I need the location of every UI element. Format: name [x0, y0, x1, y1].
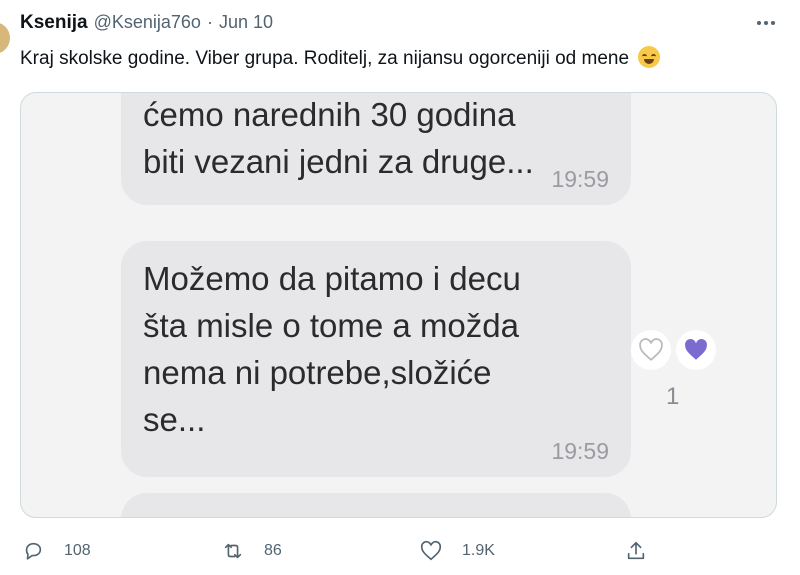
chat-bubble: Možemo da pitamo i decu šta misle o tome… [121, 241, 631, 477]
message-text: ćemo narednih 30 godina biti vezani jedn… [143, 96, 534, 180]
chat-bubble: ćemo narednih 30 godina biti vezani jedn… [121, 93, 631, 205]
chat-bubble [121, 493, 631, 517]
reply-icon [25, 542, 42, 560]
like-icon [420, 540, 442, 561]
reply-button[interactable]: 108 [22, 536, 91, 566]
reply-count: 108 [64, 542, 91, 559]
heart-filled-icon [676, 330, 716, 370]
tweet-header: Ksenija @Ksenija76o · Jun 10 [20, 12, 273, 36]
message-time: 19:59 [551, 166, 609, 192]
retweet-icon [224, 543, 242, 559]
message-time: 19:59 [551, 438, 609, 464]
like-button[interactable]: 1.9K [420, 536, 495, 566]
tweet-date[interactable]: Jun 10 [219, 12, 273, 33]
author-name[interactable]: Ksenija [20, 12, 88, 34]
laughing-emoji-icon [638, 46, 661, 68]
more-icon[interactable] [748, 10, 784, 36]
separator: · [206, 12, 213, 32]
action-bar: 108 86 1.9K [0, 536, 800, 566]
share-icon [627, 541, 645, 560]
message-text: Možemo da pitamo i decu šta misle o tome… [143, 260, 521, 438]
like-count: 1.9K [462, 542, 495, 559]
tweet-media[interactable]: ćemo narednih 30 godina biti vezani jedn… [20, 92, 777, 518]
share-button[interactable] [625, 536, 647, 566]
author-handle[interactable]: @Ksenija76o [94, 12, 201, 33]
tweet-text: Kraj skolske godine. Viber grupa. Rodite… [20, 48, 630, 69]
heart-outline-icon [631, 330, 671, 370]
reaction-count: 1 [666, 383, 680, 410]
tweet-text-row: Kraj skolske godine. Viber grupa. Rodite… [20, 46, 661, 70]
retweet-button[interactable]: 86 [222, 536, 282, 566]
avatar[interactable] [0, 22, 10, 54]
retweet-count: 86 [264, 542, 282, 559]
